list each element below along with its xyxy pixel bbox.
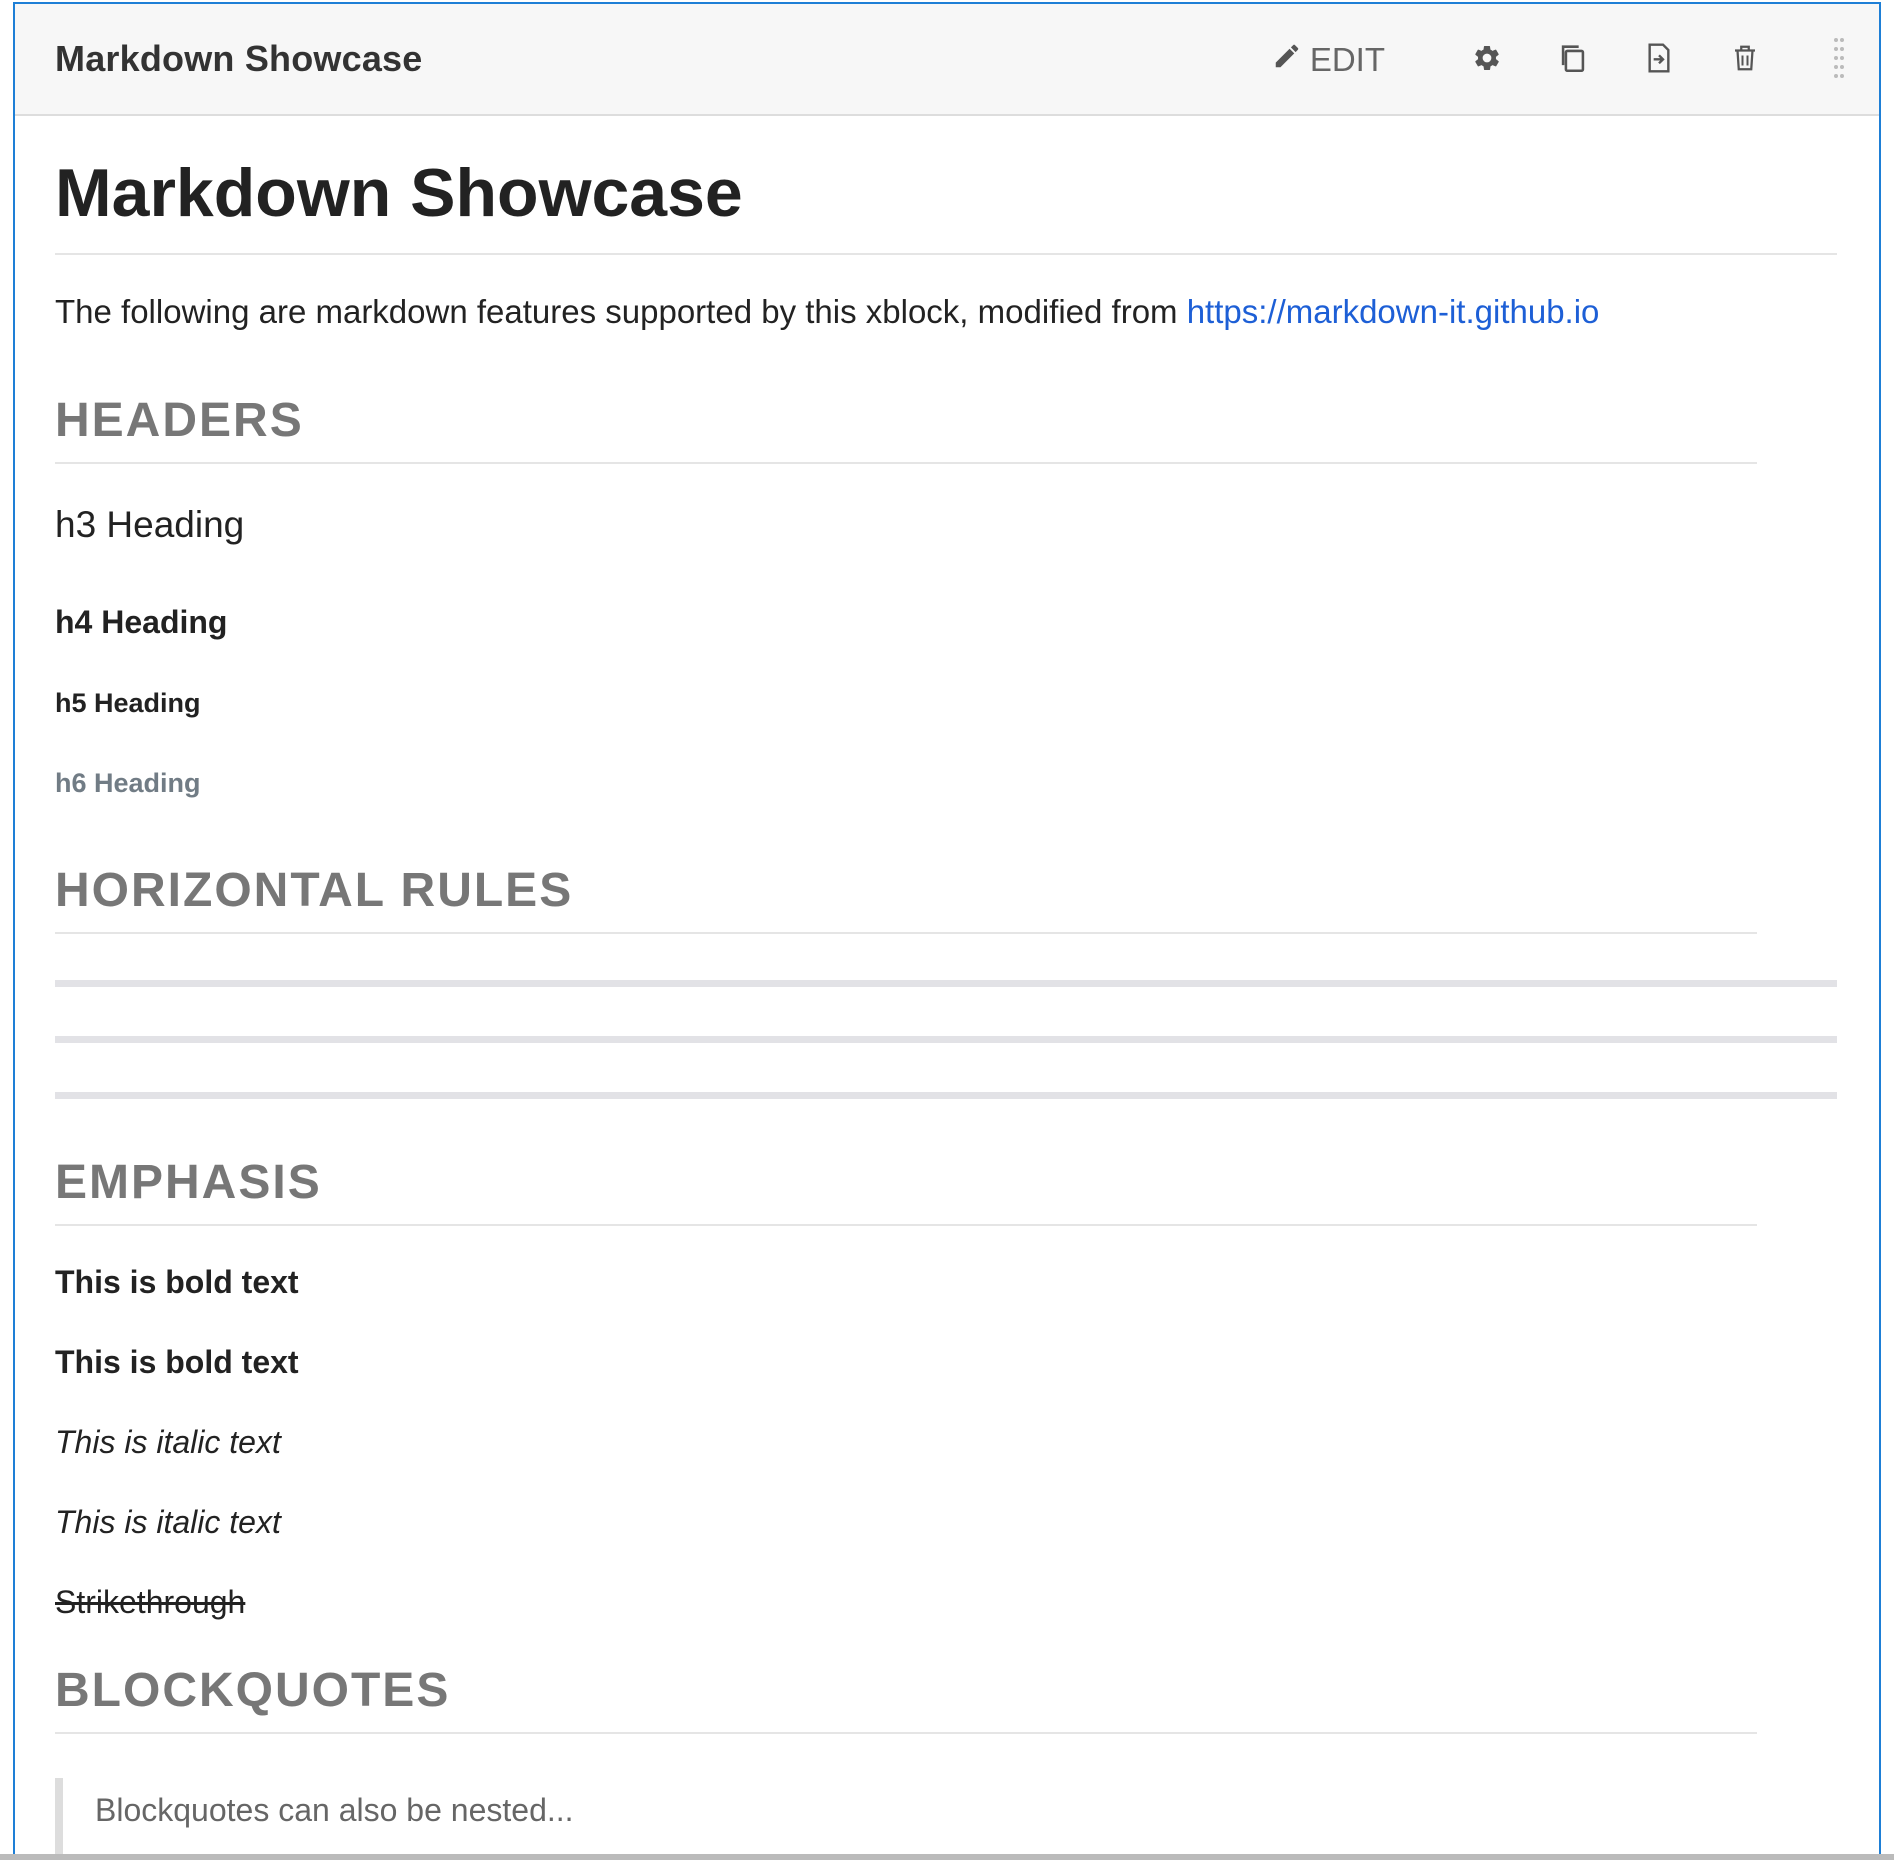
section-horizontal-rules: HORIZONTAL RULES xyxy=(55,862,1757,934)
xblock-header: Markdown Showcase EDIT xyxy=(15,4,1879,116)
xblock-content: Markdown Showcase The following are mark… xyxy=(55,116,1837,1858)
horizontal-rule-1 xyxy=(55,980,1837,987)
h3-heading: h3 Heading xyxy=(55,504,245,545)
edit-label: EDIT xyxy=(1309,41,1385,78)
blockquote-text: Blockquotes can also be nested... xyxy=(95,1792,574,1828)
section-title-horizontal-rules: HORIZONTAL RULES xyxy=(55,862,1757,934)
section-emphasis: EMPHASIS xyxy=(55,1154,1757,1226)
pencil-icon xyxy=(1272,41,1302,79)
italic-text-2: This is italic text xyxy=(55,1504,281,1540)
section-title-headers: HEADERS xyxy=(55,392,1757,464)
section-headers: HEADERS xyxy=(55,392,1757,464)
h4-heading: h4 Heading xyxy=(55,604,228,640)
horizontal-rule-2 xyxy=(55,1036,1837,1043)
intro-text: The following are markdown features supp… xyxy=(55,292,1187,330)
duplicate-button[interactable] xyxy=(1549,30,1597,90)
h6-heading: h6 Heading xyxy=(55,768,201,798)
section-title-blockquotes: BLOCKQUOTES xyxy=(55,1662,1757,1734)
section-blockquotes: BLOCKQUOTES xyxy=(55,1662,1757,1734)
xblock-container: Markdown Showcase EDIT Markdown Showcase… xyxy=(13,2,1881,1858)
blockquote: Blockquotes can also be nested... xyxy=(55,1778,1837,1858)
section-title-emphasis: EMPHASIS xyxy=(55,1154,1757,1226)
intro-paragraph: The following are markdown features supp… xyxy=(55,291,1837,334)
h5-heading: h5 Heading xyxy=(55,688,201,718)
bold-text-2: This is bold text xyxy=(55,1344,299,1380)
horizontal-rule-3 xyxy=(55,1092,1837,1099)
gear-icon xyxy=(1472,43,1502,78)
strikethrough-text: Strikethrough xyxy=(55,1584,246,1620)
page-title: Markdown Showcase xyxy=(55,116,1837,255)
move-icon xyxy=(1643,41,1675,80)
bottom-edge-strip xyxy=(0,1854,1894,1860)
drag-handle[interactable] xyxy=(1829,30,1849,90)
settings-button[interactable] xyxy=(1463,30,1511,90)
move-button[interactable] xyxy=(1635,30,1683,90)
duplicate-icon xyxy=(1556,41,1590,80)
trash-icon xyxy=(1730,42,1760,79)
intro-link[interactable]: https://markdown-it.github.io xyxy=(1187,293,1600,330)
xblock-actions: EDIT xyxy=(1272,4,1849,116)
bold-text-1: This is bold text xyxy=(55,1264,299,1300)
edit-button[interactable]: EDIT xyxy=(1272,30,1385,90)
delete-button[interactable] xyxy=(1721,30,1769,90)
italic-text-1: This is italic text xyxy=(55,1424,281,1460)
drag-handle-icon xyxy=(1831,34,1847,87)
xblock-title: Markdown Showcase xyxy=(55,38,423,79)
